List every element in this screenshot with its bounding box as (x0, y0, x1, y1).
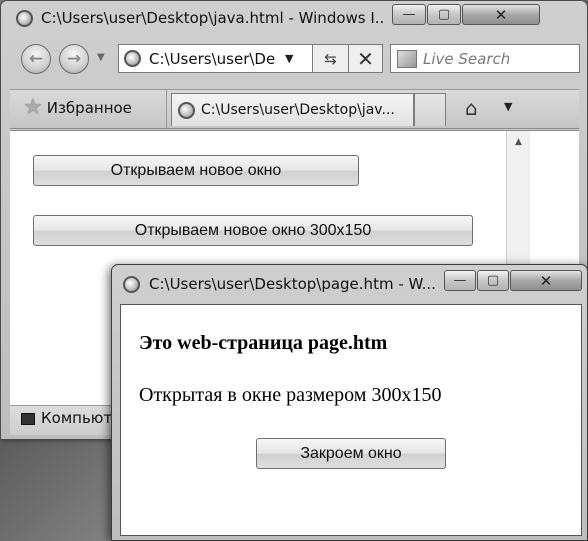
ie-icon (16, 10, 33, 27)
address-dropdown-icon[interactable]: ▼ (285, 52, 293, 65)
stop-button[interactable]: ✕ (349, 44, 383, 73)
search-provider-icon (397, 49, 417, 68)
search-input[interactable]: Live Search (423, 50, 510, 68)
status-zone-text: Компьют (41, 409, 113, 427)
close-window-button[interactable]: Закроем окно (256, 438, 446, 469)
maximize-icon: ▢ (437, 7, 451, 22)
favorites-button[interactable]: ★ Избранное (23, 95, 132, 120)
separator (166, 90, 167, 128)
tab-java-html[interactable]: C:\Users\user\Desktop\jav... (171, 93, 414, 126)
ie-icon (123, 276, 140, 293)
computer-icon (21, 413, 35, 425)
popup-title: C:\Users\user\Desktop\page.htm - W... (149, 275, 436, 293)
ie-icon (124, 50, 141, 67)
scroll-up-icon[interactable]: ▲ (507, 137, 530, 147)
favorites-label: Избранное (46, 98, 132, 117)
ie-icon (178, 101, 195, 119)
home-icon[interactable]: ⌂ (465, 96, 478, 120)
refresh-icon: ⇆ (324, 49, 337, 68)
refresh-button[interactable]: ⇆ (313, 44, 349, 73)
close-icon: ✕ (539, 271, 553, 290)
minimize-button[interactable]: — (392, 4, 426, 25)
popup-maximize-button[interactable]: ▢ (477, 270, 509, 291)
minimize-icon: — (453, 273, 467, 288)
open-new-window-300x150-button[interactable]: Открываем новое окно 300x150 (33, 215, 473, 246)
forward-button[interactable]: → (59, 44, 89, 74)
popup-heading: Это web-страница page.htm (139, 332, 388, 354)
back-button[interactable]: ← (21, 44, 51, 74)
home-dropdown-icon[interactable]: ▼ (504, 100, 512, 113)
search-box[interactable]: Live Search (390, 44, 580, 73)
address-text[interactable]: C:\Users\user\De (149, 50, 279, 68)
maximize-button[interactable]: ▢ (427, 4, 461, 25)
minimize-icon: — (402, 7, 416, 22)
popup-window: C:\Users\user\Desktop\page.htm - W... — … (111, 264, 588, 541)
window-title: C:\Users\user\Desktop\java.html - Window… (41, 9, 386, 27)
close-button[interactable]: ✕ (462, 4, 540, 25)
popup-minimize-button[interactable]: — (444, 270, 476, 291)
history-dropdown-icon[interactable]: ▼ (97, 52, 105, 63)
new-tab-button[interactable] (414, 93, 446, 126)
stop-icon: ✕ (357, 46, 374, 71)
back-arrow-icon: ← (28, 49, 44, 69)
address-bar[interactable]: C:\Users\user\De ▼ (118, 44, 313, 73)
favorites-star-icon: ★ (23, 95, 43, 120)
tab-title: C:\Users\user\Desktop\jav... (201, 102, 395, 118)
popup-text: Открытая в окне размером 300x150 (139, 384, 442, 406)
forward-arrow-icon: → (66, 49, 82, 69)
close-icon: ✕ (494, 5, 508, 24)
maximize-icon: ▢ (486, 273, 500, 288)
open-new-window-button[interactable]: Открываем новое окно (33, 155, 359, 186)
popup-close-button[interactable]: ✕ (510, 270, 582, 291)
